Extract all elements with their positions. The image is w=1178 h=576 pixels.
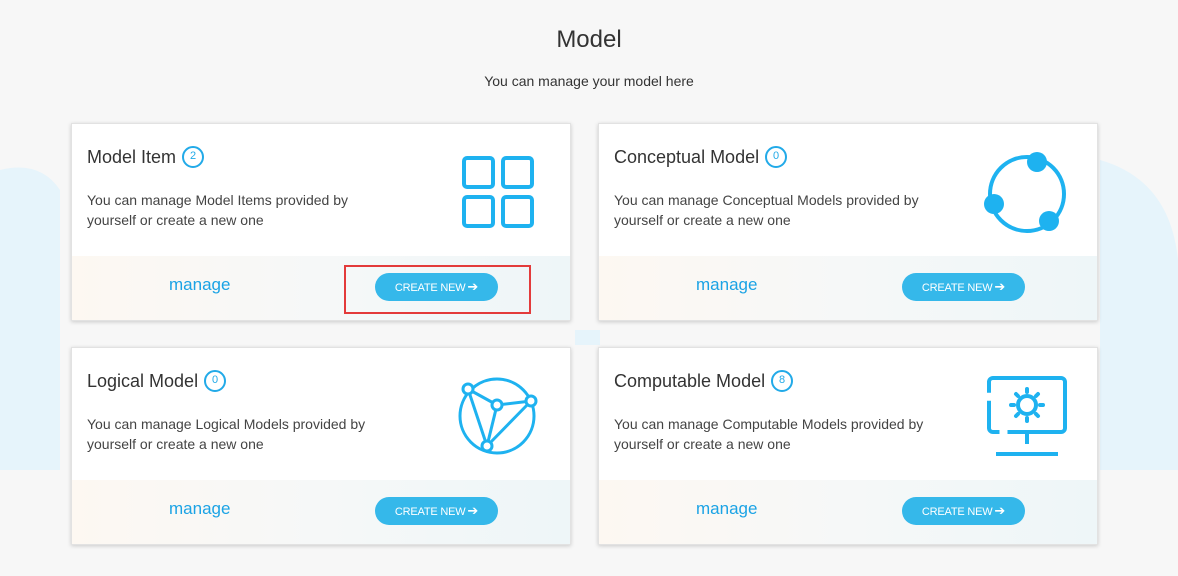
card-footer: manage CREATE NEW ➔ xyxy=(72,256,570,320)
card-description: You can manage Logical Models provided b… xyxy=(87,416,366,452)
arrow-right-icon: ➔ xyxy=(467,279,479,294)
manage-link[interactable]: manage xyxy=(696,275,757,295)
count-badge: 2 xyxy=(182,146,205,168)
network-icon xyxy=(458,377,538,455)
card-title-text: Computable Model xyxy=(614,370,766,391)
card-logical-model: Logical Model 0 You can manage Logical M… xyxy=(71,347,571,545)
monitor-gear-icon xyxy=(987,376,1067,456)
manage-link[interactable]: manage xyxy=(696,499,757,519)
create-new-button[interactable]: CREATE NEW ➔ xyxy=(375,497,498,525)
circle-nodes-icon xyxy=(984,152,1066,233)
create-new-button[interactable]: CREATE NEW ➔ xyxy=(902,273,1025,301)
arrow-right-icon: ➔ xyxy=(467,503,479,518)
grid-icon xyxy=(462,156,534,228)
page-title: Model xyxy=(556,26,622,53)
card-title: Model Item 2 xyxy=(87,146,205,168)
card-conceptual-model: Conceptual Model 0 You can manage Concep… xyxy=(598,123,1098,321)
card-description: You can manage Conceptual Models provide… xyxy=(614,192,919,228)
card-model-item: Model Item 2 You can manage Model Items … xyxy=(71,123,571,321)
create-new-label: CREATE NEW xyxy=(921,282,993,294)
card-footer: manage CREATE NEW ➔ xyxy=(599,256,1097,320)
create-new-button[interactable]: CREATE NEW ➔ xyxy=(375,273,498,301)
count-badge: 0 xyxy=(204,370,227,392)
card-title-text: Conceptual Model xyxy=(614,146,760,167)
manage-link[interactable]: manage xyxy=(169,499,230,519)
create-new-label: CREATE NEW xyxy=(394,282,466,294)
card-footer: manage CREATE NEW ➔ xyxy=(599,480,1097,544)
create-new-button[interactable]: CREATE NEW ➔ xyxy=(902,497,1025,525)
card-title: Computable Model 8 xyxy=(614,370,794,392)
card-title-text: Logical Model xyxy=(87,370,199,391)
count-badge: 8 xyxy=(771,370,794,392)
create-new-label: CREATE NEW xyxy=(394,506,466,518)
card-footer: manage CREATE NEW ➔ xyxy=(72,480,570,544)
arrow-right-icon: ➔ xyxy=(994,503,1006,518)
card-description: You can manage Model Items provided by y… xyxy=(87,192,348,228)
create-new-label: CREATE NEW xyxy=(921,506,993,518)
count-badge: 0 xyxy=(765,146,788,168)
page-subtitle: You can manage your model here xyxy=(484,73,694,89)
card-title-text: Model Item xyxy=(87,146,177,167)
card-description: You can manage Computable Models provide… xyxy=(614,416,924,452)
card-title: Logical Model 0 xyxy=(87,370,227,392)
arrow-right-icon: ➔ xyxy=(994,279,1006,294)
card-title: Conceptual Model 0 xyxy=(614,146,788,168)
card-computable-model: Computable Model 8 You can manage Comput… xyxy=(598,347,1098,545)
manage-link[interactable]: manage xyxy=(169,275,230,295)
